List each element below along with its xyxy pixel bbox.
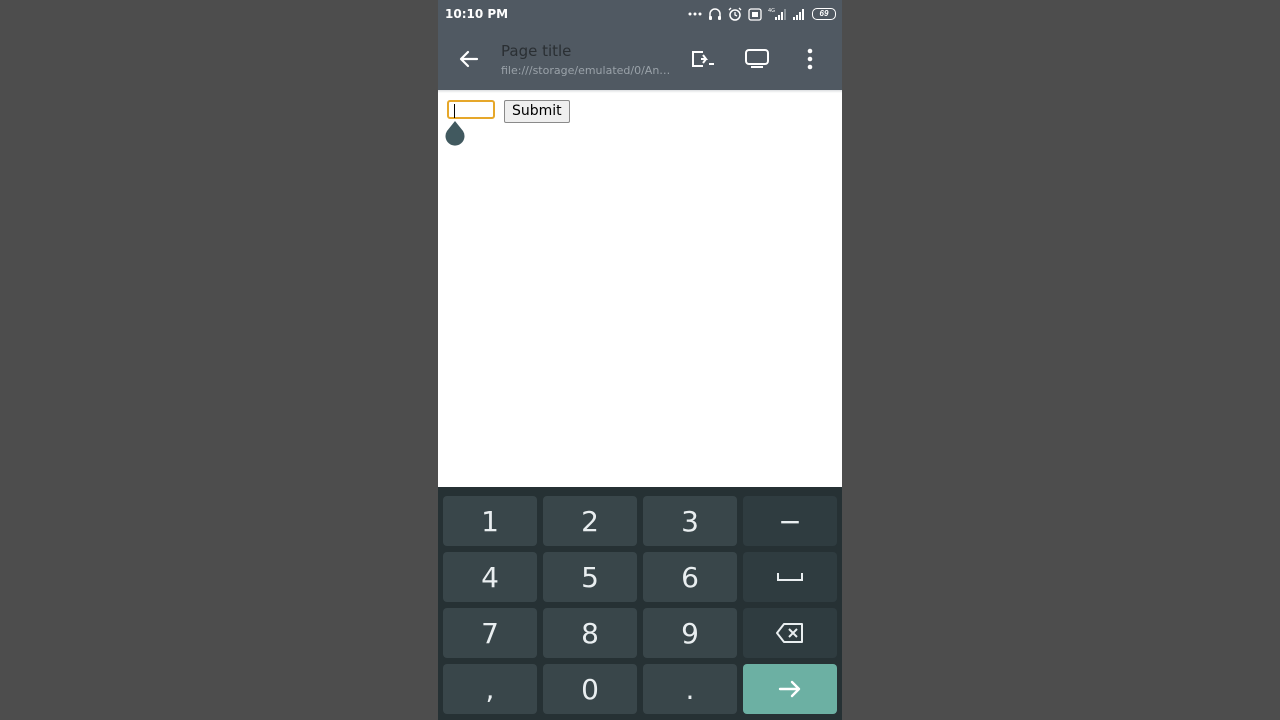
signal-icon: [792, 8, 806, 20]
web-content: Submit: [438, 93, 842, 487]
more-dots-icon: [688, 11, 702, 17]
open-in-browser-icon[interactable]: [743, 45, 771, 73]
key-space[interactable]: [743, 552, 837, 602]
key-0[interactable]: 0: [543, 664, 637, 714]
key-minus[interactable]: −: [743, 496, 837, 546]
signal-4g-icon: 4G: [768, 7, 786, 21]
key-3[interactable]: 3: [643, 496, 737, 546]
key-9[interactable]: 9: [643, 608, 737, 658]
cursor-handle[interactable]: [444, 120, 466, 147]
custom-tab-toolbar: Page title file:///storage/emulated/0/An…: [438, 27, 842, 90]
key-2[interactable]: 2: [543, 496, 637, 546]
key-6[interactable]: 6: [643, 552, 737, 602]
phone-screen: 10:10 PM 4G 69 Page title file:///storag…: [438, 0, 842, 720]
svg-text:4G: 4G: [768, 8, 775, 14]
submit-button[interactable]: Submit: [504, 100, 570, 123]
key-7[interactable]: 7: [443, 608, 537, 658]
key-backspace[interactable]: [743, 608, 837, 658]
key-5[interactable]: 5: [543, 552, 637, 602]
text-caret: [454, 104, 455, 118]
arrow-right-icon: [777, 679, 803, 699]
numeric-keyboard: 1 2 3 − 4 5 6 7 8 9 , 0 .: [438, 487, 842, 720]
back-arrow-icon[interactable]: [456, 46, 482, 72]
battery-icon: 69: [812, 8, 836, 20]
status-icons: 4G 69: [688, 6, 836, 22]
space-icon: [776, 571, 804, 583]
status-bar: 10:10 PM 4G 69: [438, 0, 842, 27]
volte-icon: [748, 7, 762, 21]
key-4[interactable]: 4: [443, 552, 537, 602]
more-vert-icon[interactable]: [796, 45, 824, 73]
page-title: Page title: [501, 42, 572, 60]
status-time: 10:10 PM: [445, 7, 509, 21]
backspace-icon: [775, 622, 805, 644]
key-8[interactable]: 8: [543, 608, 637, 658]
headphones-icon: [708, 7, 722, 21]
page-url: file:///storage/emulated/0/Android/data/: [501, 64, 677, 77]
alarm-icon: [728, 7, 742, 21]
share-icon[interactable]: [689, 45, 717, 73]
key-1[interactable]: 1: [443, 496, 537, 546]
key-comma[interactable]: ,: [443, 664, 537, 714]
key-enter[interactable]: [743, 664, 837, 714]
key-period[interactable]: .: [643, 664, 737, 714]
